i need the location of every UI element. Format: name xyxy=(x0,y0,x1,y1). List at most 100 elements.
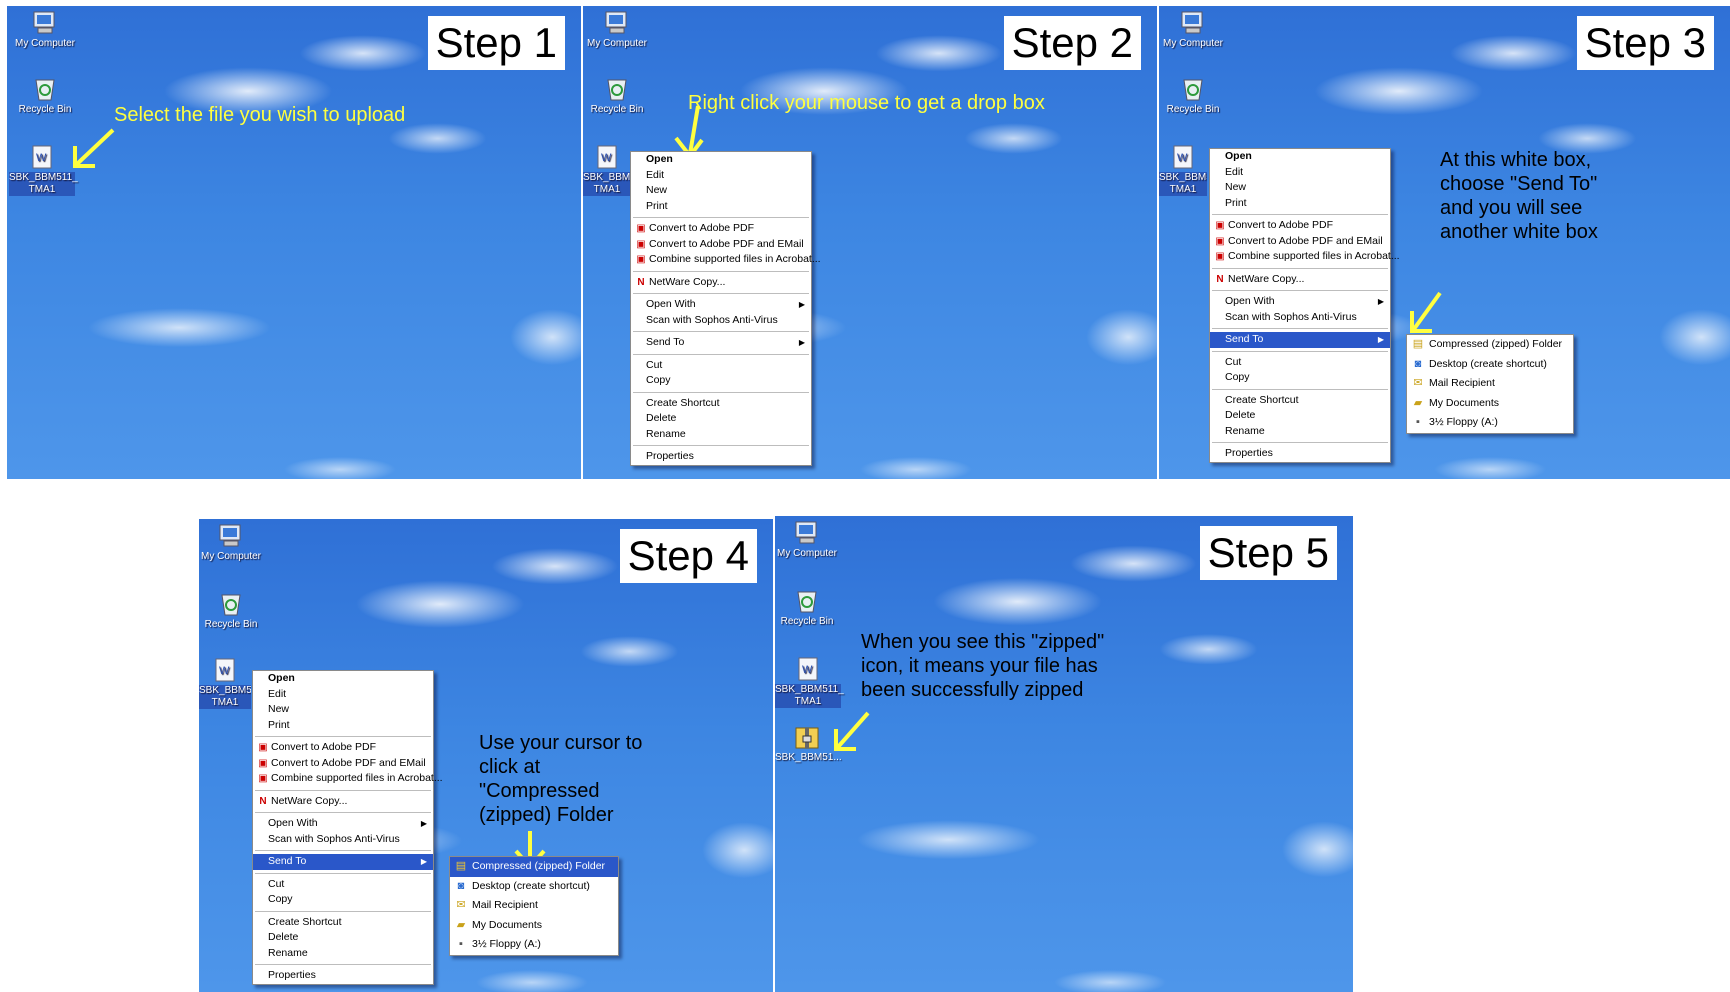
menu-rename[interactable]: Rename xyxy=(253,946,433,962)
submenu-arrow-icon: ▶ xyxy=(420,819,427,828)
recycle-bin-icon[interactable]: Recycle Bin xyxy=(775,586,839,628)
menu-cut[interactable]: Cut xyxy=(1210,355,1390,371)
desktop-icon: ◙ xyxy=(457,879,465,892)
menu-create-shortcut[interactable]: Create Shortcut xyxy=(1210,393,1390,409)
send-to-documents[interactable]: ▰ My Documents xyxy=(450,916,618,936)
recycle-bin-icon[interactable]: Recycle Bin xyxy=(585,74,649,116)
menu-convert-pdf[interactable]: ▣ Convert to Adobe PDF xyxy=(1210,218,1390,234)
send-to-submenu: ▤ Compressed (zipped) Folder ◙ Desktop (cr… xyxy=(449,856,619,956)
submenu-arrow-icon: ▶ xyxy=(798,300,805,309)
menu-combine[interactable]: ▣ Combine supported files in Acrobat... xyxy=(1210,249,1399,265)
menu-edit[interactable]: Edit xyxy=(631,168,811,184)
menu-convert-pdf[interactable]: ▣ Convert to Adobe PDF xyxy=(253,740,433,756)
menu-create-shortcut[interactable]: Create Shortcut xyxy=(253,915,433,931)
my-computer-icon[interactable]: My Computer xyxy=(585,10,649,50)
menu-netware[interactable]: N NetWare Copy... xyxy=(631,275,811,291)
menu-edit[interactable]: Edit xyxy=(1210,165,1390,181)
netware-icon: N xyxy=(259,795,267,807)
menu-separator xyxy=(1212,388,1388,390)
menu-send-to[interactable]: Send To ▶ xyxy=(1210,332,1390,348)
send-to-mail[interactable]: ✉ Mail Recipient xyxy=(1407,374,1573,394)
menu-copy[interactable]: Copy xyxy=(631,373,811,389)
menu-combine[interactable]: ▣ Combine supported files in Acrobat... xyxy=(253,771,442,787)
send-to-mail[interactable]: ✉ Mail Recipient xyxy=(450,896,618,916)
menu-open[interactable]: Open xyxy=(631,152,811,168)
word-file-icon[interactable]: W SBK_BBM5 TMA1 xyxy=(583,144,631,196)
menu-convert-pdf-email[interactable]: ▣ Convert to Adobe PDF and EMail xyxy=(631,237,811,253)
menu-delete[interactable]: Delete xyxy=(253,930,433,946)
menu-convert-pdf-email[interactable]: ▣ Convert to Adobe PDF and EMail xyxy=(1210,234,1390,250)
acrobat-icon: ▣ xyxy=(258,773,268,784)
menu-print[interactable]: Print xyxy=(631,199,811,215)
menu-new[interactable]: New xyxy=(1210,180,1390,196)
word-file-icon[interactable]: W SBK_BBM511_ TMA1 xyxy=(775,656,844,708)
menu-rename[interactable]: Rename xyxy=(1210,424,1390,440)
send-to-floppy[interactable]: ▪ 3½ Floppy (A:) xyxy=(1407,413,1573,433)
menu-open-with[interactable]: Open With ▶ xyxy=(1210,294,1390,310)
send-to-floppy[interactable]: ▪ 3½ Floppy (A:) xyxy=(450,935,618,955)
menu-properties[interactable]: Properties xyxy=(1210,446,1390,462)
pdf-icon: ▣ xyxy=(258,742,268,753)
menu-open-with[interactable]: Open With ▶ xyxy=(253,816,433,832)
my-computer-icon[interactable]: My Computer xyxy=(775,520,839,560)
menu-send-to[interactable]: Send To ▶ xyxy=(631,335,811,351)
send-to-compressed[interactable]: ▤ Compressed (zipped) Folder xyxy=(1407,335,1573,355)
recycle-bin-icon[interactable]: Recycle Bin xyxy=(13,74,77,116)
menu-separator xyxy=(255,964,431,965)
annotation-text: At this white box, choose "Send To" and … xyxy=(1440,149,1598,243)
svg-text:W: W xyxy=(219,665,230,677)
menu-edit[interactable]: Edit xyxy=(253,687,433,703)
menu-new[interactable]: New xyxy=(253,702,433,718)
word-file-icon[interactable]: W SBK_BBM5 TMA1 xyxy=(1159,144,1207,196)
menu-open[interactable]: Open xyxy=(1210,149,1390,165)
word-file-icon[interactable]: W SBK_BBM511_ TMA1 xyxy=(9,144,78,196)
acrobat-icon: ▣ xyxy=(636,254,646,265)
menu-separator xyxy=(633,293,809,294)
menu-separator xyxy=(255,736,431,737)
recycle-bin-icon[interactable]: Recycle Bin xyxy=(199,589,263,631)
step-title: Step 5 xyxy=(1199,526,1337,580)
menu-convert-pdf-email[interactable]: ▣ Convert to Adobe PDF and EMail xyxy=(253,756,433,772)
send-to-compressed[interactable]: ▤ Compressed (zipped) Folder xyxy=(450,857,618,877)
mail-icon: ✉ xyxy=(456,899,466,911)
menu-print[interactable]: Print xyxy=(1210,196,1390,212)
menu-convert-pdf[interactable]: ▣ Convert to Adobe PDF xyxy=(631,221,811,237)
menu-combine[interactable]: ▣ Combine supported files in Acrobat... xyxy=(631,252,820,268)
menu-netware[interactable]: N NetWare Copy... xyxy=(1210,272,1390,288)
menu-properties[interactable]: Properties xyxy=(253,968,433,984)
recycle-bin-icon[interactable]: Recycle Bin xyxy=(1161,74,1225,116)
menu-create-shortcut[interactable]: Create Shortcut xyxy=(631,396,811,412)
menu-properties[interactable]: Properties xyxy=(631,449,811,465)
menu-open[interactable]: Open xyxy=(253,671,433,687)
my-computer-icon[interactable]: My Computer xyxy=(13,10,77,50)
word-file-icon[interactable]: W SBK_BBM51 TMA1 xyxy=(199,657,251,709)
menu-cut[interactable]: Cut xyxy=(253,877,433,893)
my-computer-icon[interactable]: My Computer xyxy=(1161,10,1225,50)
pdf-icon: ▣ xyxy=(636,223,646,234)
my-computer-icon[interactable]: My Computer xyxy=(199,523,263,563)
send-to-documents[interactable]: ▰ My Documents xyxy=(1407,394,1573,414)
send-to-desktop[interactable]: ◙ Desktop (create shortcut) xyxy=(450,877,618,897)
menu-copy[interactable]: Copy xyxy=(253,892,433,908)
svg-text:W: W xyxy=(802,664,813,676)
menu-print[interactable]: Print xyxy=(253,718,433,734)
menu-new[interactable]: New xyxy=(631,183,811,199)
menu-copy[interactable]: Copy xyxy=(1210,370,1390,386)
menu-scan[interactable]: Scan with Sophos Anti-Virus xyxy=(1210,310,1390,326)
menu-scan[interactable]: Scan with Sophos Anti-Virus xyxy=(253,832,433,848)
menu-separator xyxy=(1212,350,1388,352)
menu-open-with[interactable]: Open With ▶ xyxy=(631,297,811,313)
menu-delete[interactable]: Delete xyxy=(1210,408,1390,424)
menu-netware[interactable]: N NetWare Copy... xyxy=(253,794,433,810)
send-to-desktop[interactable]: ◙ Desktop (create shortcut) xyxy=(1407,355,1573,375)
menu-cut[interactable]: Cut xyxy=(631,358,811,374)
annotation-arrow-icon xyxy=(1410,291,1442,333)
menu-scan[interactable]: Scan with Sophos Anti-Virus xyxy=(631,313,811,329)
menu-separator xyxy=(1212,442,1388,443)
menu-separator xyxy=(633,445,809,446)
step-title: Step 1 xyxy=(427,16,565,70)
menu-send-to[interactable]: Send To ▶ xyxy=(253,854,433,870)
step3-panel: Step 3 My Computer Recycle Bin W SBK_BBM… xyxy=(1159,6,1730,479)
menu-delete[interactable]: Delete xyxy=(631,411,811,427)
menu-rename[interactable]: Rename xyxy=(631,427,811,443)
